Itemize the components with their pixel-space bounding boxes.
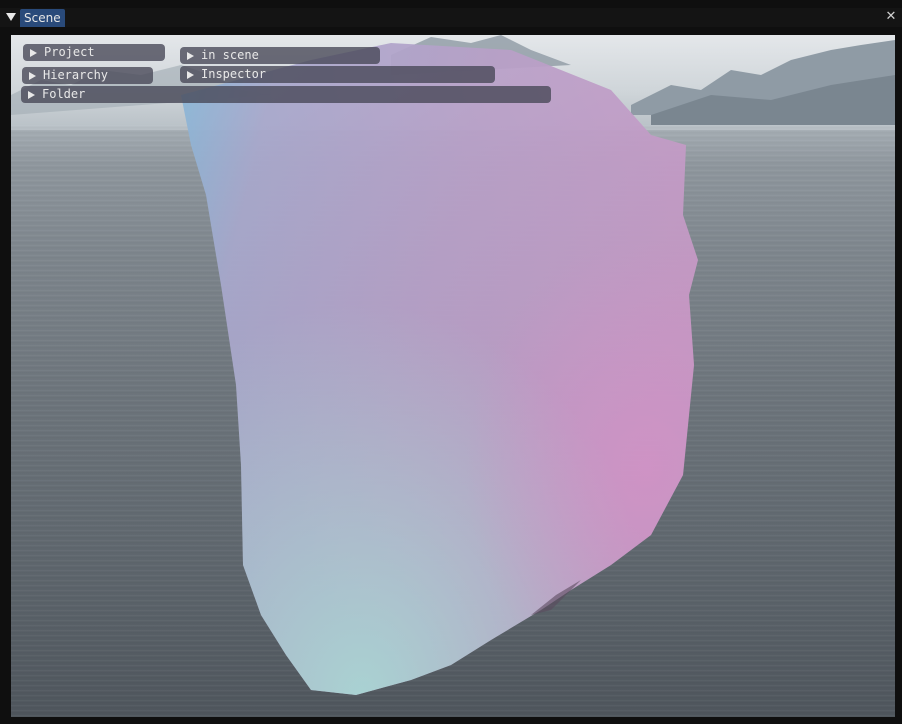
panel-label: Hierarchy <box>43 68 109 82</box>
close-icon[interactable]: ✕ <box>884 9 898 25</box>
panel-project[interactable]: Project <box>23 44 165 61</box>
title-bar[interactable]: Scene ✕ <box>0 8 902 27</box>
panel-label: Project <box>44 45 95 59</box>
tab-scene[interactable]: Scene <box>20 9 65 27</box>
triangle-right-icon <box>29 72 36 80</box>
panel-label: in scene <box>201 48 259 62</box>
panel-hierarchy[interactable]: Hierarchy <box>22 67 153 84</box>
panel-inspector[interactable]: Inspector <box>180 66 495 83</box>
panel-label: Folder <box>42 87 86 101</box>
panel-label: Inspector <box>201 67 267 81</box>
scene-viewport[interactable] <box>11 35 895 717</box>
scene-window: Scene ✕ Project in scene Hierarchy Inspe… <box>0 0 902 724</box>
triangle-right-icon <box>30 49 37 57</box>
triangle-right-icon <box>28 91 35 99</box>
panel-folder[interactable]: Folder <box>21 86 551 103</box>
triangle-right-icon <box>187 52 194 60</box>
triangle-down-icon[interactable] <box>6 13 16 21</box>
panel-in-scene[interactable]: in scene <box>180 47 380 64</box>
mesh-object[interactable] <box>11 35 895 717</box>
triangle-right-icon <box>187 71 194 79</box>
